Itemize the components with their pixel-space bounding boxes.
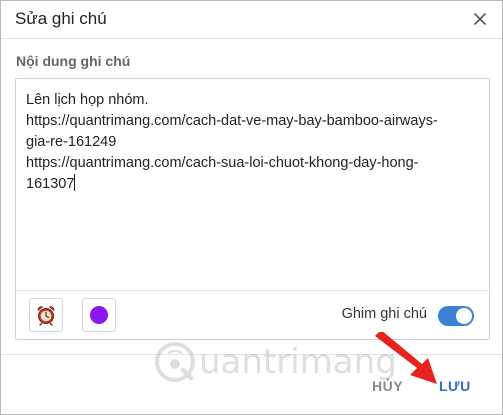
note-content-label: Nội dung ghi chú [16,53,131,69]
dialog-title: Sửa ghi chú [15,9,107,28]
reminder-button[interactable] [29,298,63,332]
text-caret [74,174,76,191]
pin-note-toggle[interactable] [438,306,474,326]
watermark-text: uantrimang [199,342,397,382]
note-line-1: Lên lịch họp nhóm. [26,92,149,108]
note-line-2: https://quantrimang.com/cach-dat-ve-may-… [26,113,438,129]
note-content-box: Lên lịch họp nhóm. https://quantrimang.c… [15,78,490,340]
close-icon [474,13,486,25]
red-arrow-icon [375,332,437,384]
color-picker-button[interactable] [82,298,116,332]
watermark: uantrimang [153,337,397,387]
note-line-4: https://quantrimang.com/cach-sua-loi-chu… [26,155,419,171]
note-content-textarea[interactable]: Lên lịch họp nhóm. https://quantrimang.c… [26,90,481,290]
edit-note-dialog: Sửa ghi chú Nội dung ghi chú Lên lịch họ… [0,0,503,415]
quantrimang-logo-icon [155,342,195,382]
note-line-5: 161307 [26,176,75,192]
note-color-swatch [90,306,108,324]
save-button[interactable]: LƯU [439,378,471,394]
close-button[interactable] [468,7,492,31]
pin-note-label: Ghim ghi chú [341,306,427,322]
dialog-header: Sửa ghi chú [1,1,502,39]
alarm-clock-icon [37,306,55,326]
note-line-3: gia-re-161249 [26,134,117,150]
toggle-knob [456,308,472,324]
